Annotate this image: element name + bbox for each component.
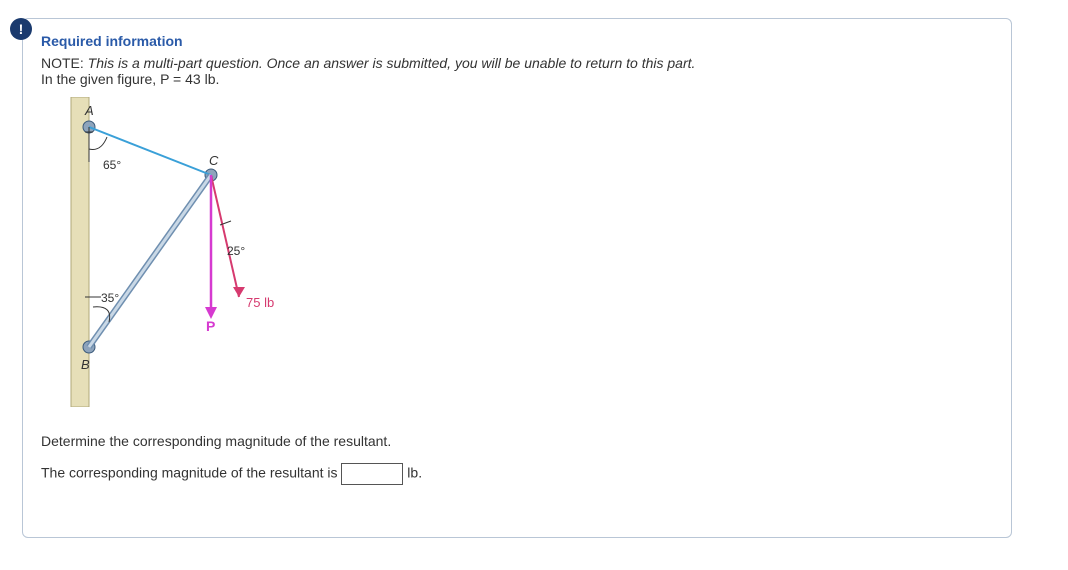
resultant-input[interactable] [341, 463, 403, 485]
svg-text:35°: 35° [101, 291, 119, 305]
svg-text:C: C [209, 153, 219, 168]
question-panel: Required information NOTE: This is a mul… [22, 18, 1012, 538]
svg-text:A: A [84, 103, 94, 118]
svg-text:65°: 65° [103, 158, 121, 172]
given-statement: In the given figure, P = 43 lb. [41, 71, 993, 87]
svg-text:P: P [206, 318, 215, 334]
answer-unit: lb. [407, 465, 422, 481]
note-text: This is a multi-part question. Once an a… [88, 55, 696, 71]
svg-text:25°: 25° [227, 244, 245, 258]
note-label: NOTE: [41, 55, 84, 71]
svg-text:B: B [81, 357, 90, 372]
required-info-title: Required information [41, 33, 993, 49]
note-line: NOTE: This is a multi-part question. Onc… [41, 55, 993, 71]
answer-lead-text: The corresponding magnitude of the resul… [41, 465, 338, 481]
svg-text:75 lb: 75 lb [246, 295, 274, 310]
figure-diagram: A B C 65° 35° 25° 75 lb P [41, 97, 301, 407]
alert-icon: ! [10, 18, 32, 40]
question-prompt: Determine the corresponding magnitude of… [41, 433, 993, 449]
